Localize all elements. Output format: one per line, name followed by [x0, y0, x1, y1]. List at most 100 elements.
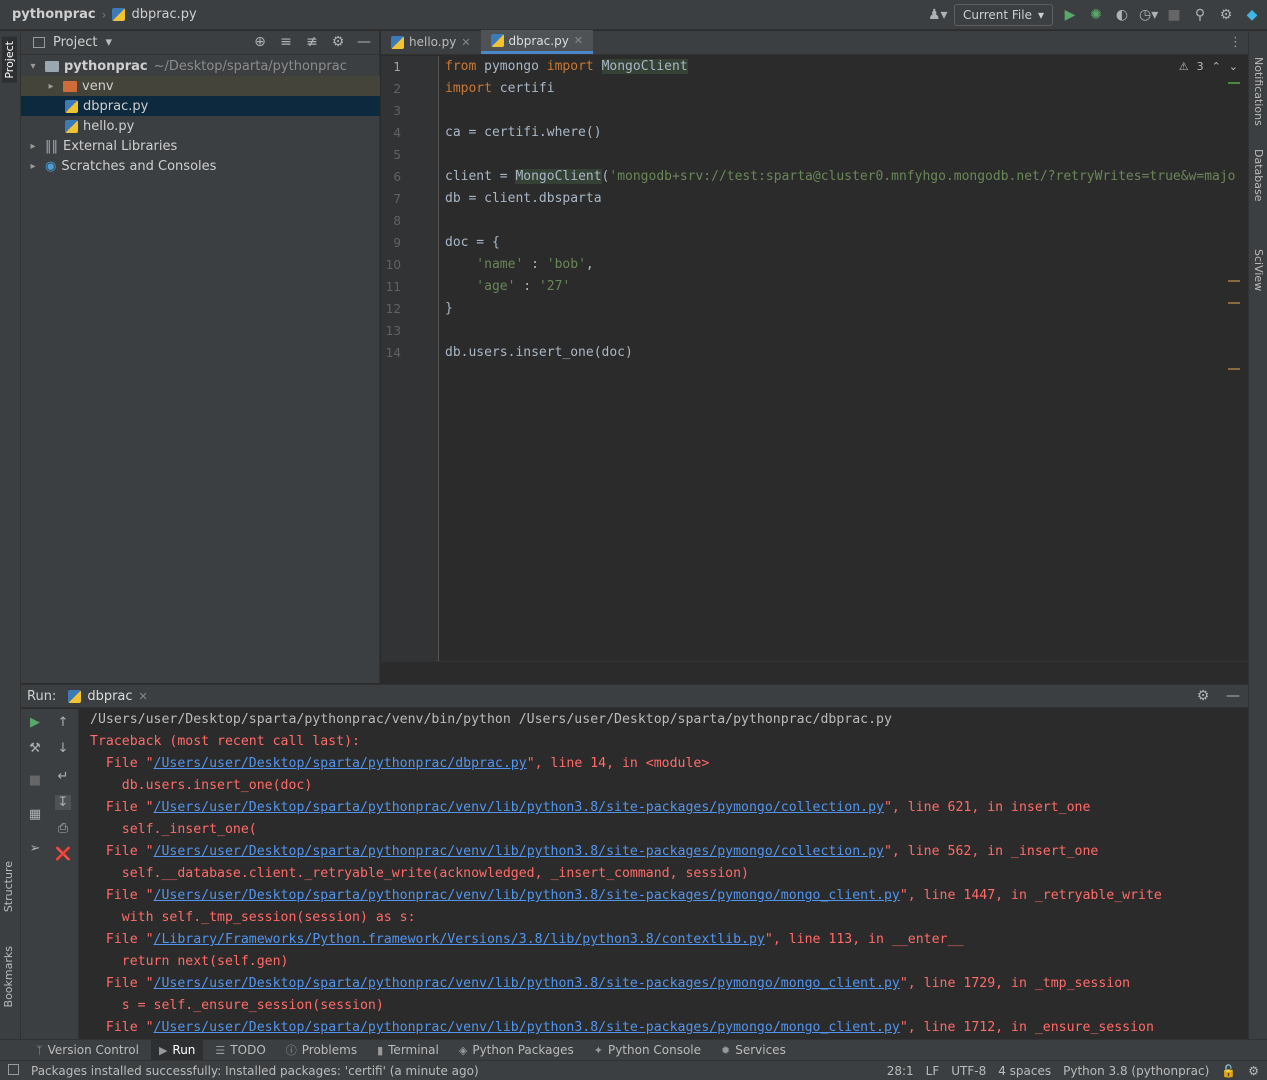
tree-item-hello[interactable]: hello.py	[21, 116, 380, 136]
collapsed-caret-icon[interactable]: ▸	[27, 161, 39, 172]
code-editor[interactable]: 1 2 3 4 5 6 7 8 9 10 11 12 13 14 from py…	[381, 56, 1248, 661]
code-line-11: 'age' : '27'	[445, 279, 570, 294]
status-message[interactable]: Packages installed successfully: Install…	[0, 1064, 479, 1078]
file-link[interactable]: /Users/user/Desktop/sparta/pythonprac/ve…	[154, 800, 884, 815]
tab-hello-py[interactable]: hello.py ✕	[381, 30, 481, 54]
tool-python-console[interactable]: ✦ Python Console	[586, 1040, 709, 1061]
layout-icon[interactable]: ▦	[27, 807, 43, 822]
tree-item-scratches[interactable]: ▸ ◉ Scratches and Consoles	[21, 156, 380, 176]
line-number: 12	[385, 302, 401, 316]
run-icon: ▶	[158, 1043, 168, 1057]
lock-icon[interactable]: 🔓	[1221, 1064, 1236, 1078]
tool-version-control[interactable]: ᛉ Version Control	[28, 1040, 147, 1061]
close-icon[interactable]: ✕	[139, 690, 148, 703]
code-line-6: client = MongoClient('mongodb+srv://test…	[445, 169, 1245, 184]
project-view-select[interactable]: Project	[53, 35, 97, 50]
print-icon[interactable]: ⎙	[55, 821, 71, 836]
search-icon[interactable]: ⚲	[1191, 7, 1209, 23]
scroll-marker	[1228, 280, 1240, 282]
console-line: File "/Library/Frameworks/Python.framewo…	[90, 932, 964, 947]
locate-icon[interactable]: ⊕	[251, 34, 269, 50]
run-toolbar: ♟▾ Current File ▾ ▶ ✺ ◐ ◷▾ ■ ⚲ ⚙ ◆	[928, 0, 1267, 30]
run-toolbar-side: ▶ ↑ ⚒ ↓ ■ ↵ ↧ ▦ ⎙ ➢ ❌	[21, 709, 79, 1039]
breadcrumb-project[interactable]: pythonprac	[12, 7, 96, 22]
close-icon[interactable]: ✕	[574, 34, 583, 47]
collapsed-caret-icon[interactable]: ▸	[27, 141, 39, 152]
user-icon[interactable]: ♟▾	[928, 7, 948, 23]
run-configuration-select[interactable]: Current File ▾	[954, 4, 1053, 26]
line-number: 10	[385, 258, 401, 272]
profile-icon[interactable]: ◷▾	[1139, 7, 1158, 23]
collapse-all-icon[interactable]: ≢	[303, 34, 321, 50]
tree-item-pythonprac[interactable]: ▾ pythonprac ~/Desktop/sparta/pythonprac	[21, 56, 380, 76]
tool-todo[interactable]: ☰ TODO	[207, 1040, 273, 1061]
run-tab-dbprac[interactable]: dbprac ✕	[68, 689, 148, 704]
keyword: import	[445, 81, 492, 96]
wrench-icon[interactable]: ⚒	[27, 741, 43, 756]
caret-position[interactable]: 28:1	[887, 1064, 914, 1078]
file-link[interactable]: /Users/user/Desktop/sparta/pythonprac/db…	[154, 756, 527, 771]
file-link[interactable]: /Users/user/Desktop/sparta/pythonprac/ve…	[154, 844, 884, 859]
file-link[interactable]: /Users/user/Desktop/sparta/pythonprac/ve…	[154, 888, 900, 903]
tool-python-packages[interactable]: ◈ Python Packages	[451, 1040, 582, 1061]
notifications-tool-button[interactable]: Notifications	[1252, 57, 1265, 126]
tool-problems[interactable]: ⓘ Problems	[278, 1040, 365, 1061]
project-tool-button[interactable]: Project	[2, 37, 17, 83]
pin-icon[interactable]: ➢	[27, 841, 43, 856]
sciview-tool-button[interactable]: SciView	[1252, 249, 1265, 291]
close-icon[interactable]: ✕	[461, 36, 470, 49]
notifications-icon[interactable]: ⚙	[1248, 1064, 1259, 1078]
arrow-up-icon[interactable]: ↑	[55, 715, 71, 730]
line-number: 9	[393, 236, 401, 250]
toggle-tool-windows-icon[interactable]	[8, 1064, 19, 1075]
tree-item-venv[interactable]: ▸ venv	[21, 76, 380, 96]
expanded-caret-icon[interactable]: ▾	[27, 61, 39, 72]
run-console-output[interactable]: /Users/user/Desktop/sparta/pythonprac/ve…	[80, 709, 1248, 1039]
coverage-icon[interactable]: ◐	[1113, 7, 1131, 23]
stop-icon[interactable]: ■	[27, 773, 43, 788]
structure-tool-button[interactable]: Structure	[2, 861, 15, 912]
tree-item-label: pythonprac	[64, 58, 148, 74]
console-text: ", line 113, in __enter__	[764, 932, 964, 947]
jetbrains-logo-icon[interactable]: ◆	[1243, 7, 1261, 23]
tree-item-external-libraries[interactable]: ▸ ‖‖ External Libraries	[21, 136, 380, 156]
bookmarks-tool-button[interactable]: Bookmarks	[2, 946, 15, 1007]
file-encoding[interactable]: UTF-8	[951, 1064, 986, 1078]
tool-terminal[interactable]: ▮ Terminal	[369, 1040, 447, 1061]
tree-item-dbprac[interactable]: dbprac.py	[21, 96, 380, 116]
tool-run[interactable]: ▶ Run	[150, 1039, 204, 1061]
hide-icon[interactable]: —	[1224, 688, 1242, 704]
tab-dbprac-py[interactable]: dbprac.py ✕	[480, 30, 594, 54]
soft-wrap-icon[interactable]: ↵	[55, 769, 71, 784]
code-line-7: db = client.dbsparta	[445, 191, 602, 206]
hide-icon[interactable]: —	[355, 34, 373, 50]
gear-icon[interactable]: ⚙	[1217, 7, 1235, 23]
line-separator[interactable]: LF	[926, 1064, 940, 1078]
database-tool-button[interactable]: Database	[1252, 149, 1265, 202]
scroll-to-end-icon[interactable]: ↧	[55, 795, 71, 810]
python-console-icon: ✦	[593, 1043, 603, 1057]
trash-icon[interactable]: ❌	[55, 847, 71, 862]
file-link[interactable]: /Library/Frameworks/Python.framework/Ver…	[154, 932, 765, 947]
indent-setting[interactable]: 4 spaces	[998, 1064, 1051, 1078]
chevron-down-icon[interactable]: ▾	[105, 35, 112, 50]
chevron-up-icon[interactable]: ⌃	[1212, 60, 1221, 73]
chevron-down-icon[interactable]: ⌄	[1229, 60, 1238, 73]
breadcrumb-file[interactable]: dbprac.py	[131, 7, 196, 22]
expand-all-icon[interactable]: ≡	[277, 34, 295, 50]
gear-icon[interactable]: ⚙	[329, 34, 347, 50]
run-icon[interactable]: ▶	[1061, 7, 1079, 23]
file-link[interactable]: /Users/user/Desktop/sparta/pythonprac/ve…	[154, 976, 900, 991]
terminal-icon: ▮	[377, 1043, 384, 1057]
rerun-icon[interactable]: ▶	[27, 715, 43, 730]
more-tabs-icon[interactable]: ⋮	[1229, 35, 1242, 50]
tool-services[interactable]: ✹ Services	[713, 1040, 794, 1061]
stop-icon[interactable]: ■	[1165, 7, 1183, 23]
gear-icon[interactable]: ⚙	[1194, 688, 1212, 704]
arrow-down-icon[interactable]: ↓	[55, 741, 71, 756]
inspection-widget[interactable]: ⚠ 3 ⌃ ⌄	[1179, 60, 1238, 73]
debug-icon[interactable]: ✺	[1087, 7, 1105, 23]
collapsed-caret-icon[interactable]: ▸	[45, 81, 57, 92]
file-link[interactable]: /Users/user/Desktop/sparta/pythonprac/ve…	[154, 1020, 900, 1035]
python-interpreter[interactable]: Python 3.8 (pythonprac)	[1063, 1064, 1209, 1078]
